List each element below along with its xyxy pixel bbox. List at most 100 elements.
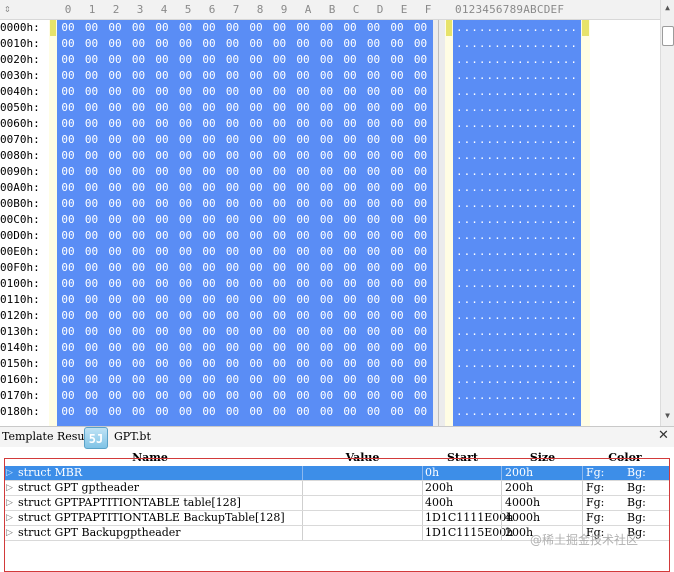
hex-byte[interactable]: 00 bbox=[292, 405, 314, 419]
hex-byte[interactable]: 00 bbox=[292, 165, 314, 179]
hex-byte[interactable]: 00 bbox=[198, 245, 220, 259]
hex-byte[interactable]: 00 bbox=[292, 261, 314, 275]
hex-byte[interactable]: 00 bbox=[104, 85, 126, 99]
ascii-row[interactable]: ................ bbox=[453, 228, 581, 244]
hex-byte[interactable]: 00 bbox=[175, 101, 197, 115]
hex-byte[interactable]: 00 bbox=[316, 37, 338, 51]
hex-byte[interactable]: 00 bbox=[292, 229, 314, 243]
hex-byte[interactable]: 00 bbox=[175, 37, 197, 51]
hex-byte[interactable]: 00 bbox=[245, 373, 267, 387]
hex-byte[interactable]: 00 bbox=[175, 21, 197, 35]
hex-byte[interactable]: 00 bbox=[339, 197, 361, 211]
hex-byte[interactable]: 00 bbox=[269, 357, 291, 371]
hex-byte[interactable]: 00 bbox=[175, 293, 197, 307]
hex-byte[interactable]: 00 bbox=[81, 341, 103, 355]
hex-byte[interactable]: 00 bbox=[245, 149, 267, 163]
hex-row[interactable]: 00 00 00 00 00 00 00 00 00 00 00 00 00 00 00 00 bbox=[57, 244, 433, 260]
hex-byte[interactable]: 00 bbox=[269, 21, 291, 35]
hex-byte[interactable]: 00 bbox=[363, 293, 385, 307]
hex-byte[interactable]: 00 bbox=[104, 181, 126, 195]
ascii-row[interactable]: ................ bbox=[453, 260, 581, 276]
hex-byte[interactable]: 00 bbox=[198, 373, 220, 387]
hex-byte[interactable]: 00 bbox=[339, 37, 361, 51]
hex-byte[interactable]: 00 bbox=[81, 229, 103, 243]
hex-byte[interactable]: 00 bbox=[57, 181, 79, 195]
hex-byte[interactable]: 00 bbox=[339, 325, 361, 339]
hex-byte[interactable]: 00 bbox=[128, 229, 150, 243]
hex-byte[interactable]: 00 bbox=[57, 341, 79, 355]
hex-byte[interactable]: 00 bbox=[57, 357, 79, 371]
hex-byte[interactable]: 00 bbox=[104, 261, 126, 275]
hex-byte[interactable]: 00 bbox=[128, 213, 150, 227]
hex-byte[interactable]: 00 bbox=[222, 165, 244, 179]
hex-byte[interactable]: 00 bbox=[175, 261, 197, 275]
hex-byte[interactable]: 00 bbox=[269, 133, 291, 147]
vertical-scrollbar[interactable]: ▲ ▼ bbox=[660, 0, 674, 426]
hex-byte[interactable]: 00 bbox=[128, 37, 150, 51]
hex-byte[interactable]: 00 bbox=[104, 309, 126, 323]
hex-byte[interactable]: 00 bbox=[339, 85, 361, 99]
hex-byte[interactable]: 00 bbox=[81, 213, 103, 227]
hex-row[interactable]: 00 00 00 00 00 00 00 00 00 00 00 00 00 00 00 00 bbox=[57, 372, 433, 388]
hex-byte[interactable]: 00 bbox=[151, 325, 173, 339]
hex-byte[interactable]: 00 bbox=[81, 405, 103, 419]
hex-byte[interactable]: 00 bbox=[269, 373, 291, 387]
hex-byte[interactable]: 00 bbox=[128, 85, 150, 99]
hex-byte[interactable]: 00 bbox=[57, 373, 79, 387]
hex-byte[interactable]: 00 bbox=[316, 341, 338, 355]
hex-byte[interactable]: 00 bbox=[198, 21, 220, 35]
hex-byte[interactable]: 00 bbox=[81, 69, 103, 83]
hex-byte[interactable]: 00 bbox=[81, 325, 103, 339]
hex-byte[interactable]: 00 bbox=[292, 389, 314, 403]
hex-byte[interactable]: 00 bbox=[198, 405, 220, 419]
hex-byte[interactable]: 00 bbox=[269, 117, 291, 131]
hex-byte[interactable]: 00 bbox=[198, 229, 220, 243]
hex-byte[interactable]: 00 bbox=[175, 197, 197, 211]
hex-byte[interactable]: 00 bbox=[386, 325, 408, 339]
hex-byte[interactable]: 00 bbox=[339, 277, 361, 291]
hex-byte[interactable]: 00 bbox=[339, 373, 361, 387]
hex-byte[interactable]: 00 bbox=[292, 293, 314, 307]
hex-byte[interactable]: 00 bbox=[175, 149, 197, 163]
ascii-row[interactable]: ................ bbox=[453, 132, 581, 148]
hex-byte[interactable]: 00 bbox=[339, 101, 361, 115]
hex-byte[interactable]: 00 bbox=[269, 165, 291, 179]
hex-byte[interactable]: 00 bbox=[292, 133, 314, 147]
hex-byte[interactable]: 00 bbox=[57, 405, 79, 419]
hex-byte[interactable]: 00 bbox=[316, 165, 338, 179]
hex-byte[interactable]: 00 bbox=[339, 133, 361, 147]
hex-byte[interactable]: 00 bbox=[175, 117, 197, 131]
hex-byte[interactable]: 00 bbox=[151, 373, 173, 387]
hex-row[interactable]: 00 00 00 00 00 00 00 00 00 00 00 00 00 00 00 00 bbox=[57, 356, 433, 372]
hex-byte[interactable]: 00 bbox=[363, 101, 385, 115]
hex-byte[interactable]: 00 bbox=[104, 101, 126, 115]
hex-byte[interactable]: 00 bbox=[363, 21, 385, 35]
hex-byte[interactable]: 00 bbox=[104, 389, 126, 403]
hex-byte[interactable]: 00 bbox=[245, 165, 267, 179]
hex-byte[interactable]: 00 bbox=[316, 133, 338, 147]
hex-byte[interactable]: 00 bbox=[245, 101, 267, 115]
hex-byte[interactable]: 00 bbox=[410, 357, 432, 371]
hex-row[interactable]: 00 00 00 00 00 00 00 00 00 00 00 00 00 00 00 00 bbox=[57, 340, 433, 356]
hex-byte[interactable]: 00 bbox=[175, 341, 197, 355]
hex-byte[interactable]: 00 bbox=[151, 69, 173, 83]
hex-byte[interactable]: 00 bbox=[386, 165, 408, 179]
hex-byte[interactable]: 00 bbox=[363, 197, 385, 211]
hex-byte[interactable]: 00 bbox=[245, 213, 267, 227]
hex-byte[interactable]: 00 bbox=[175, 277, 197, 291]
hex-byte[interactable]: 00 bbox=[128, 21, 150, 35]
hex-byte[interactable]: 00 bbox=[269, 229, 291, 243]
hex-byte[interactable]: 00 bbox=[222, 69, 244, 83]
hex-byte[interactable]: 00 bbox=[128, 309, 150, 323]
ascii-row[interactable]: ................ bbox=[453, 324, 581, 340]
hex-byte[interactable]: 00 bbox=[245, 341, 267, 355]
hex-byte[interactable]: 00 bbox=[363, 149, 385, 163]
hex-byte[interactable]: 00 bbox=[175, 245, 197, 259]
ascii-row[interactable]: ................ bbox=[453, 276, 581, 292]
hex-byte[interactable]: 00 bbox=[222, 213, 244, 227]
hex-byte[interactable]: 00 bbox=[175, 165, 197, 179]
hex-byte[interactable]: 00 bbox=[128, 325, 150, 339]
hex-byte[interactable]: 00 bbox=[198, 101, 220, 115]
hex-bytes-area[interactable]: 00 00 00 00 00 00 00 00 00 00 00 00 00 00 00 00 00 00 00 00… bbox=[57, 20, 433, 426]
hex-row[interactable]: 00 00 00 00 00 00 00 00 00 00 00 00 00 00 00 00 bbox=[57, 404, 433, 420]
